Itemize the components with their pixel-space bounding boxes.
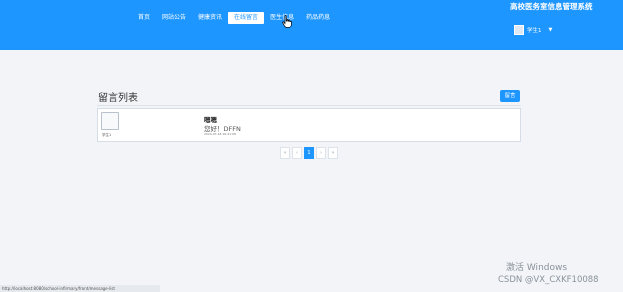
page-title: 留言列表 [98, 93, 138, 104]
top-navbar: 首页 网站公告 健康资讯 在线留言 医生信息 药品药息 高校医务室信息管理系统 … [0, 0, 623, 50]
nav-announcements[interactable]: 网站公告 [156, 12, 192, 24]
csdn-watermark: CSDN @VX_CXKF10088 [498, 275, 599, 285]
page-last-button[interactable]: » [328, 147, 338, 159]
page-next-button[interactable]: › [316, 147, 326, 159]
page-first-button[interactable]: « [280, 147, 290, 159]
user-avatar[interactable] [514, 25, 524, 35]
browser-status-url: http://localhost:8080/school-infirmary/f… [0, 285, 160, 292]
nav-medicine-info[interactable]: 药品药息 [300, 12, 336, 24]
nav-online-messages[interactable]: 在线留言 [228, 12, 265, 24]
nav-home[interactable]: 首页 [132, 12, 156, 24]
title-divider [97, 105, 521, 106]
message-avatar [101, 112, 119, 130]
add-message-button[interactable]: 留言 [500, 90, 520, 102]
page-current-button[interactable]: 1 [304, 147, 314, 159]
activate-windows-watermark: 激活 Windows [506, 263, 568, 273]
nav-health-news[interactable]: 健康资讯 [192, 12, 228, 24]
app-title: 高校医务室信息管理系统 [510, 2, 593, 11]
main-nav: 首页 网站公告 健康资讯 在线留言 医生信息 药品药息 [132, 12, 336, 24]
user-menu[interactable]: 学生1 ▼ [514, 25, 552, 35]
user-name[interactable]: 学生1 [527, 26, 542, 34]
message-avatar-caption: 学生1 [102, 133, 112, 137]
list-item: 学生1 嗯嗯 您好！DFFN 2024-07-18 16:41:08 [97, 108, 521, 142]
chevron-down-icon[interactable]: ▼ [549, 27, 553, 33]
hand-pointer-icon [282, 15, 292, 28]
message-time: 2024-07-18 16:41:08 [204, 132, 236, 136]
page-prev-button[interactable]: ‹ [292, 147, 302, 159]
pagination: « ‹ 1 › » [280, 147, 338, 159]
